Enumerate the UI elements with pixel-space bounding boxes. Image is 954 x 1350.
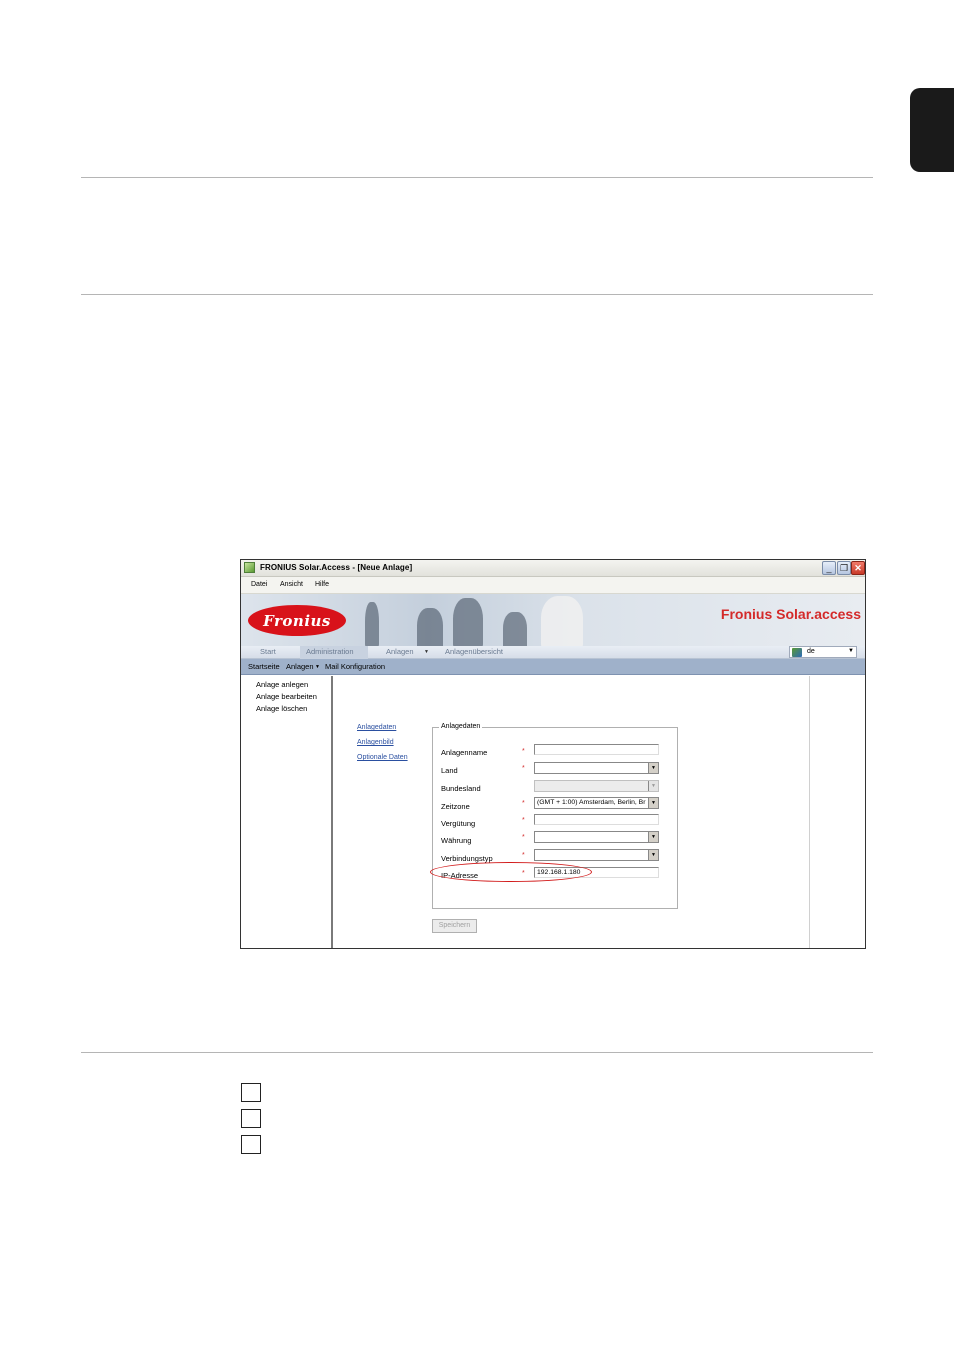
required-mark: * [522, 834, 525, 841]
required-mark: * [522, 852, 525, 859]
language-select[interactable]: de ▼ [789, 646, 857, 658]
required-mark: * [522, 765, 525, 772]
menu-ansicht[interactable]: Ansicht [280, 581, 303, 588]
nav-administration[interactable]: Administration [306, 647, 354, 656]
language-icon [792, 648, 802, 657]
waehrung-select[interactable]: ▼ [534, 831, 659, 843]
app-title: Fronius Solar.access [720, 606, 861, 622]
main-nav: Start Administration Anlagen ▼ Anlagenüb… [241, 646, 865, 659]
chevron-down-icon: ▼ [648, 781, 658, 791]
language-value: de [807, 648, 815, 655]
bundesland-select: ▼ [534, 780, 659, 792]
chevron-down-icon: ▼ [648, 832, 658, 842]
chevron-down-icon[interactable]: ▼ [424, 649, 429, 655]
required-mark: * [522, 817, 525, 824]
anlagedaten-fieldset: Anlagedaten Anlagenname * Land * ▼ Bunde… [430, 723, 678, 909]
app-icon [244, 562, 255, 573]
nav-start[interactable]: Start [260, 647, 276, 656]
required-mark: * [522, 800, 525, 807]
sidebar-item-anlage-anlegen[interactable]: Anlage anlegen [256, 680, 308, 689]
sub-nav: Startseite Anlagen ▼ Mail Konfiguration [241, 659, 865, 675]
label-bundesland: Bundesland [441, 784, 481, 793]
header-banner: Fronius Fronius Solar.access [241, 594, 865, 646]
chevron-down-icon: ▼ [648, 763, 658, 773]
label-zeitzone: Zeitzone [441, 802, 470, 811]
sidebar-item-anlage-loeschen[interactable]: Anlage löschen [256, 704, 307, 713]
subnav-anlagen[interactable]: Anlagen [286, 662, 314, 671]
zeitzone-value: (GMT + 1:00) Amsterdam, Berlin, Br [537, 799, 646, 806]
nav-anlagen[interactable]: Anlagen [386, 647, 414, 656]
menu-hilfe[interactable]: Hilfe [315, 581, 329, 588]
land-select[interactable]: ▼ [534, 762, 659, 774]
banner-figure [503, 612, 527, 646]
zeitzone-select[interactable]: (GMT + 1:00) Amsterdam, Berlin, Br ▼ [534, 797, 659, 809]
app-window: FRONIUS Solar.Access - [Neue Anlage] _ ❐… [240, 559, 866, 949]
close-button[interactable]: ✕ [851, 561, 865, 575]
chapter-tab [910, 88, 954, 172]
label-anlagenname: Anlagenname [441, 748, 488, 757]
main-content: Anlagedaten Anlagenbild Optionale Daten … [335, 676, 810, 948]
chevron-down-icon: ▼ [648, 798, 658, 808]
checkbox[interactable] [241, 1083, 261, 1102]
subnav-startseite[interactable]: Startseite [248, 662, 280, 671]
sidebar: Anlage anlegen Anlage bearbeiten Anlage … [241, 676, 333, 948]
required-mark: * [522, 748, 525, 755]
label-waehrung: Währung [441, 836, 472, 845]
fronius-logo: Fronius [248, 605, 346, 636]
banner-figure [417, 608, 443, 646]
fieldset-legend: Anlagedaten [439, 723, 483, 730]
divider-line [81, 177, 873, 178]
nav-anlagenuebersicht[interactable]: Anlagenübersicht [445, 647, 503, 656]
right-column-divider [809, 676, 810, 948]
label-land: Land [441, 766, 458, 775]
sidebar-item-anlage-bearbeiten[interactable]: Anlage bearbeiten [256, 692, 317, 701]
menu-bar: Datei Ansicht Hilfe [241, 577, 865, 594]
chevron-down-icon[interactable]: ▼ [315, 664, 320, 670]
checkbox[interactable] [241, 1135, 261, 1154]
banner-figure [453, 598, 483, 646]
restore-button[interactable]: ❐ [837, 561, 851, 575]
verbindungstyp-select[interactable]: ▼ [534, 849, 659, 861]
subnav-mail-konfiguration[interactable]: Mail Konfiguration [325, 662, 385, 671]
window-title: FRONIUS Solar.Access - [Neue Anlage] [260, 563, 413, 572]
chevron-down-icon: ▼ [848, 648, 854, 654]
banner-paper [541, 596, 583, 646]
logo-text: Fronius [263, 611, 331, 630]
highlight-ellipse [430, 862, 592, 882]
save-button: Speichern [432, 919, 477, 933]
divider-line [81, 294, 873, 295]
link-anlagedaten[interactable]: Anlagedaten [357, 724, 396, 731]
chevron-down-icon: ▼ [648, 850, 658, 860]
minimize-button[interactable]: _ [822, 561, 836, 575]
title-bar: FRONIUS Solar.Access - [Neue Anlage] _ ❐… [241, 560, 865, 577]
anlagenname-input[interactable] [534, 744, 659, 755]
link-optionale-daten[interactable]: Optionale Daten [357, 754, 408, 761]
checkbox[interactable] [241, 1109, 261, 1128]
verguetung-input[interactable] [534, 814, 659, 825]
label-verguetung: Vergütung [441, 819, 476, 828]
menu-datei[interactable]: Datei [251, 581, 267, 588]
link-anlagenbild[interactable]: Anlagenbild [357, 739, 394, 746]
divider-line [81, 1052, 873, 1053]
banner-figure [365, 602, 379, 646]
